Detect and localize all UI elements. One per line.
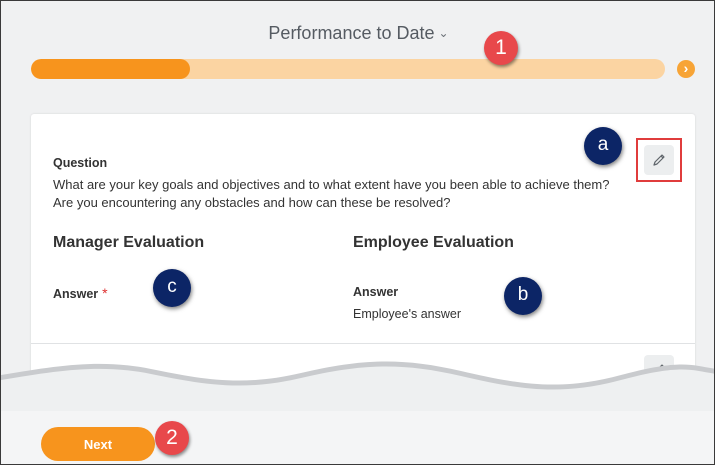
- pencil-icon: [653, 154, 665, 166]
- callout-badge-a: a: [584, 127, 622, 165]
- callout-badge-1: 1: [484, 31, 518, 65]
- review-page: Performance to Date ⌄ › 1 a Question What…: [0, 0, 715, 465]
- employee-evaluation-heading: Employee Evaluation: [353, 234, 514, 251]
- employee-answer-label: Answer: [353, 285, 399, 299]
- question-text: What are your key goals and objectives a…: [53, 177, 610, 210]
- employee-answer-value: Employee's answer: [353, 307, 461, 321]
- chevron-down-icon: ⌄: [438, 26, 449, 40]
- required-indicator: *: [102, 285, 108, 301]
- edit-question-button[interactable]: [644, 145, 674, 175]
- chevron-right-icon[interactable]: ›: [677, 60, 695, 78]
- callout-badge-b: b: [504, 277, 542, 315]
- manager-evaluation-heading: Manager Evaluation: [53, 234, 205, 251]
- section-title: Performance to Date: [268, 23, 435, 43]
- section-title-dropdown[interactable]: Performance to Date ⌄: [1, 23, 714, 44]
- question-label: Question: [53, 156, 108, 170]
- torn-edge-divider: [1, 361, 714, 417]
- manager-answer-field-label: Answer *: [53, 285, 108, 303]
- progress-bar: [31, 59, 665, 79]
- callout-badge-c: c: [153, 269, 191, 307]
- card-divider: [31, 343, 695, 344]
- next-button[interactable]: Next: [41, 427, 155, 461]
- progress-bar-fill: [31, 59, 190, 79]
- manager-answer-label: Answer: [53, 287, 99, 301]
- callout-badge-2: 2: [155, 421, 189, 455]
